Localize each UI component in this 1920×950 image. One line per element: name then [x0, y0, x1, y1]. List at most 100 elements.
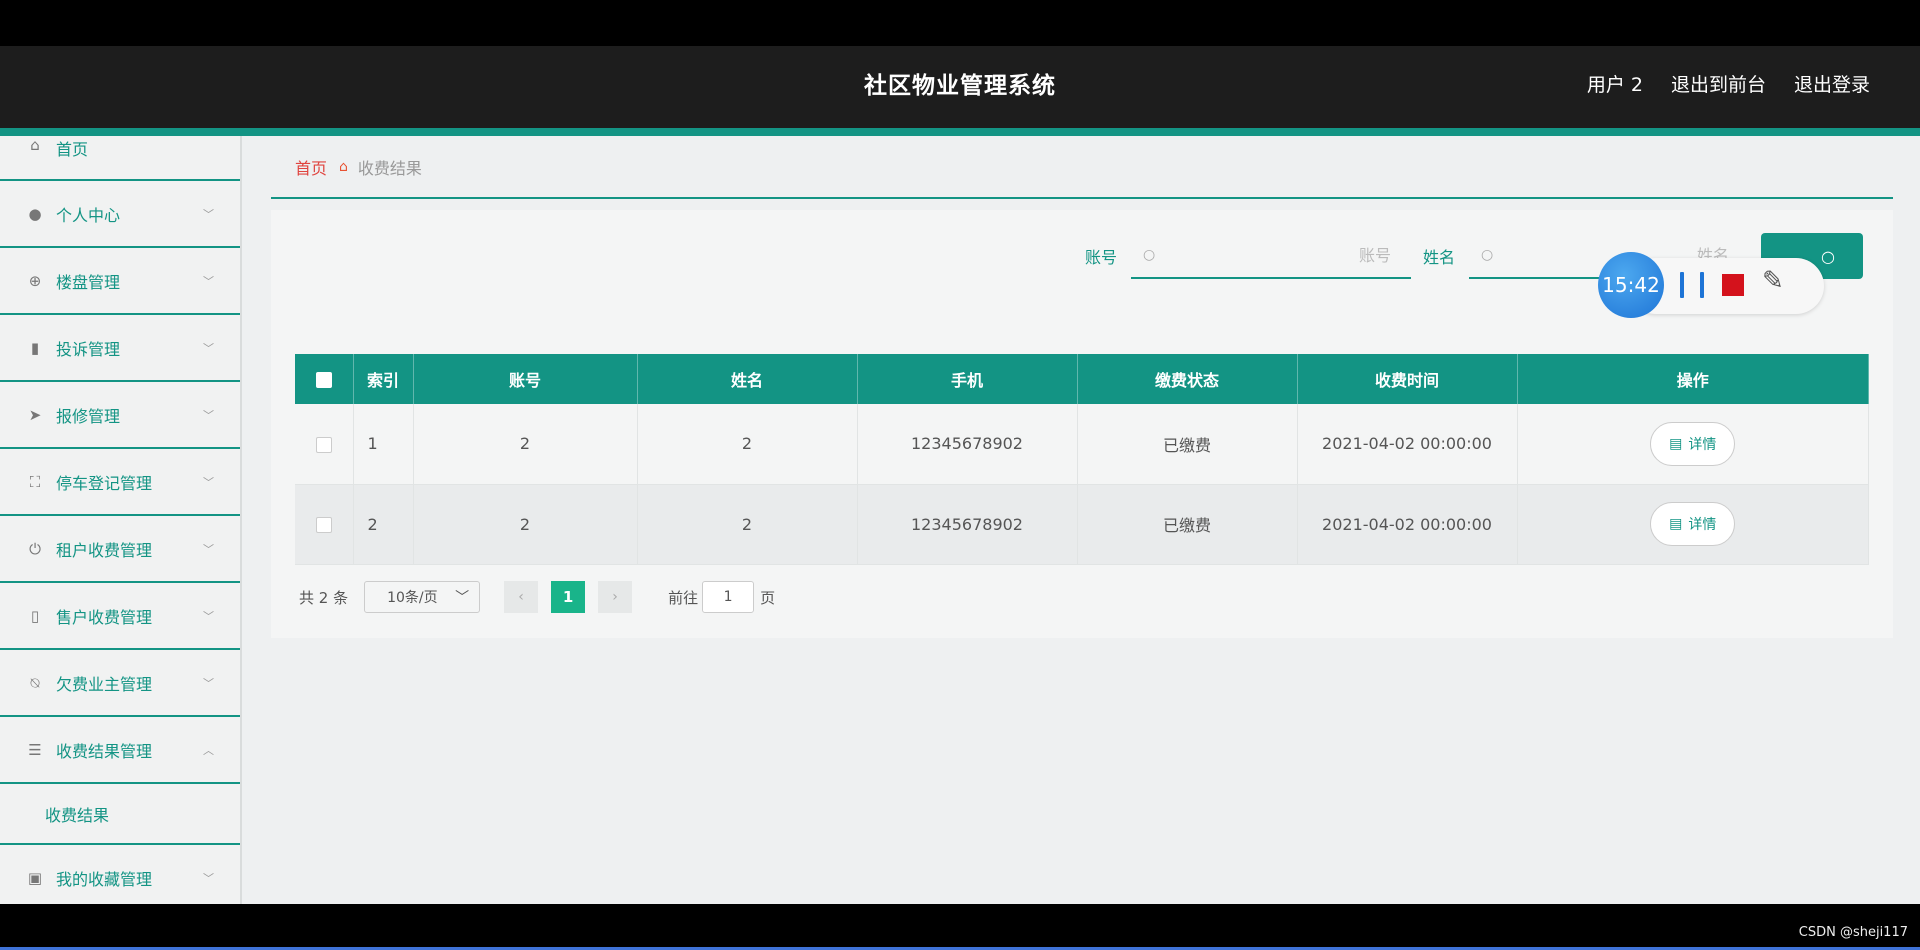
home-icon: ⌂ [30, 136, 40, 154]
detail-button-label: 详情 [1688, 436, 1717, 453]
logout-link[interactable]: 退出登录 [1794, 70, 1870, 97]
sidebar-item-label: 收费结果管理 [56, 741, 153, 761]
stop-button[interactable] [1722, 274, 1744, 296]
sliders-icon: ☰ [28, 740, 42, 759]
breadcrumb-current: 收费结果 [357, 158, 422, 178]
user-icon: ● [28, 204, 42, 223]
column-header: 缴费状态 [1077, 354, 1298, 404]
sidebar-item-label: 首页 [56, 140, 89, 159]
cell-time: 2021-04-02 00:00:00 [1297, 404, 1518, 485]
sidebar-item-home[interactable]: ⌂ 首页 ﹀ [0, 136, 240, 181]
watermark: CSDN @sheji117 [1798, 925, 1908, 940]
cell-time: 2021-04-02 00:00:00 [1297, 484, 1518, 565]
page-suffix: 页 [760, 588, 776, 607]
chevron-down-icon: ﹀ [203, 408, 214, 422]
topbar-accent-line [0, 128, 1920, 136]
pagination: 共 2 条 10条/页 ﹀ ‹ 1 › 前往 页 [299, 580, 775, 614]
column-header: 操作 [1517, 354, 1869, 404]
pen-icon[interactable]: ✎ [1762, 266, 1784, 296]
chevron-down-icon: ﹀ [455, 590, 470, 606]
sidebar-item-label: 租户收费管理 [56, 540, 153, 560]
table-row: 2 2 2 12345678902 已缴费 2021-04-02 00:00:0… [295, 484, 1869, 565]
sidebar-item-parking[interactable]: ⛶ 停车登记管理 ﹀ [0, 449, 240, 516]
chevron-down-icon: ﹀ [203, 609, 214, 623]
chevron-down-icon: ﹀ [203, 676, 214, 690]
sidebar-item-repairs[interactable]: ➤ 报修管理 ﹀ [0, 382, 240, 449]
fullscreen-icon: ⛶ [29, 472, 41, 491]
detail-button[interactable]: ▤ 详情 [1650, 502, 1736, 546]
sidebar-item-property[interactable]: ⊕ 楼盘管理 ﹀ [0, 248, 240, 315]
account-input[interactable] [1166, 233, 1391, 277]
table-row: 1 2 2 12345678902 已缴费 2021-04-02 00:00:0… [295, 404, 1869, 485]
next-page-button[interactable]: › [598, 581, 633, 613]
chevron-left-icon: ‹ [518, 589, 524, 605]
page-number-button[interactable]: 1 [551, 581, 586, 613]
top-bar: 社区物业管理系统 用户 2 退出到前台 退出登录 [0, 46, 1920, 128]
column-header: 姓名 [637, 354, 858, 404]
sidebar-item-label: 报修管理 [56, 406, 121, 426]
sidebar-item-arrears[interactable]: ⍉ 欠费业主管理 ﹀ [0, 650, 240, 717]
home-icon: ⌂ [339, 158, 348, 175]
clipboard-icon: ▣ [27, 868, 43, 887]
row-checkbox[interactable] [315, 436, 332, 453]
chevron-down-icon: ﹀ [203, 207, 214, 221]
screen-recorder-widget: 15:42 ✎ [1598, 252, 1824, 318]
detail-button[interactable]: ▤ 详情 [1650, 421, 1736, 466]
exit-to-frontend-link[interactable]: 退出到前台 [1671, 70, 1766, 97]
sidebar-item-label: 投诉管理 [56, 339, 121, 359]
screen: 社区物业管理系统 用户 2 退出到前台 退出登录 ⌂ 首页 ﹀ ● 个人中心 ﹀… [0, 0, 1920, 950]
goto-page-input[interactable] [702, 581, 755, 613]
sidebar-item-label: 欠费业主管理 [56, 674, 153, 694]
select-all-checkbox[interactable] [315, 372, 332, 388]
sidebar-item-label: 售户收费管理 [56, 607, 153, 627]
row-checkbox[interactable] [315, 517, 332, 533]
bell-off-icon: ⍉ [30, 673, 40, 692]
account-field: ○ [1130, 233, 1411, 279]
cell-index: 1 [353, 404, 414, 485]
sidebar-item-favorites[interactable]: ▣ 我的收藏管理 ﹀ [0, 845, 240, 904]
sidebar-item-label: 我的收藏管理 [56, 869, 153, 889]
sidebar-item-personal-center[interactable]: ● 个人中心 ﹀ [0, 181, 240, 248]
sidebar: ⌂ 首页 ﹀ ● 个人中心 ﹀ ⊕ 楼盘管理 ﹀ ▮ 投诉管理 ﹀ ➤ 报修管理 [0, 136, 242, 904]
goto-label: 前往 [668, 588, 699, 607]
sidebar-item-label: 楼盘管理 [56, 272, 121, 292]
pause-button[interactable] [1680, 272, 1704, 298]
sidebar-item-label: 个人中心 [56, 205, 121, 225]
document-icon: ▤ [1669, 516, 1683, 532]
chevron-right-icon: › [612, 589, 618, 605]
cell-phone: 12345678902 [857, 404, 1078, 485]
column-header: 收费时间 [1297, 354, 1518, 404]
chevron-down-icon: ﹀ [203, 871, 214, 885]
column-header: 账号 [413, 354, 638, 404]
sidebar-item-tenant-fees[interactable]: ⏻ 租户收费管理 ﹀ [0, 516, 240, 583]
search-icon: ○ [1481, 247, 1494, 263]
page-size-select[interactable]: 10条/页 ﹀ [364, 581, 481, 613]
target-icon: ⊕ [28, 271, 42, 290]
breadcrumb: 首页 ⌂ 收费结果 [271, 136, 1893, 199]
app-window: 社区物业管理系统 用户 2 退出到前台 退出登录 ⌂ 首页 ﹀ ● 个人中心 ﹀… [0, 46, 1920, 904]
cell-status: 已缴费 [1077, 404, 1298, 485]
row-checkbox-cell [295, 484, 354, 565]
sidebar-subitem-fee-results[interactable]: 收费结果 [0, 784, 240, 845]
cell-account: 2 [413, 404, 638, 485]
table-header-row: 索引 账号 姓名 手机 缴费状态 收费时间 操作 [295, 354, 1869, 404]
cell-actions: ▤ 详情 [1517, 404, 1869, 485]
sidebar-item-complaints[interactable]: ▮ 投诉管理 ﹀ [0, 315, 240, 382]
cell-status: 已缴费 [1077, 484, 1298, 565]
page-size-value: 10条/页 [387, 590, 438, 606]
pagination-total: 共 2 条 [299, 588, 349, 607]
top-links: 用户 2 退出到前台 退出登录 [1587, 70, 1870, 97]
column-header: 手机 [857, 354, 1078, 404]
breadcrumb-home-link[interactable]: 首页 [295, 155, 327, 179]
detail-button-label: 详情 [1688, 517, 1717, 533]
column-header: 索引 [353, 354, 414, 404]
cell-account: 2 [413, 484, 638, 565]
row-checkbox-cell [295, 404, 354, 485]
sidebar-item-owner-fees[interactable]: ▯ 售户收费管理 ﹀ [0, 583, 240, 650]
current-user-link[interactable]: 用户 2 [1587, 70, 1643, 97]
prev-page-button[interactable]: ‹ [504, 581, 539, 613]
chevron-down-icon: ﹀ [203, 475, 214, 489]
cell-name: 2 [637, 484, 858, 565]
select-all-cell [295, 354, 354, 404]
sidebar-item-fee-results[interactable]: ☰ 收费结果管理 ︿ [0, 717, 240, 784]
